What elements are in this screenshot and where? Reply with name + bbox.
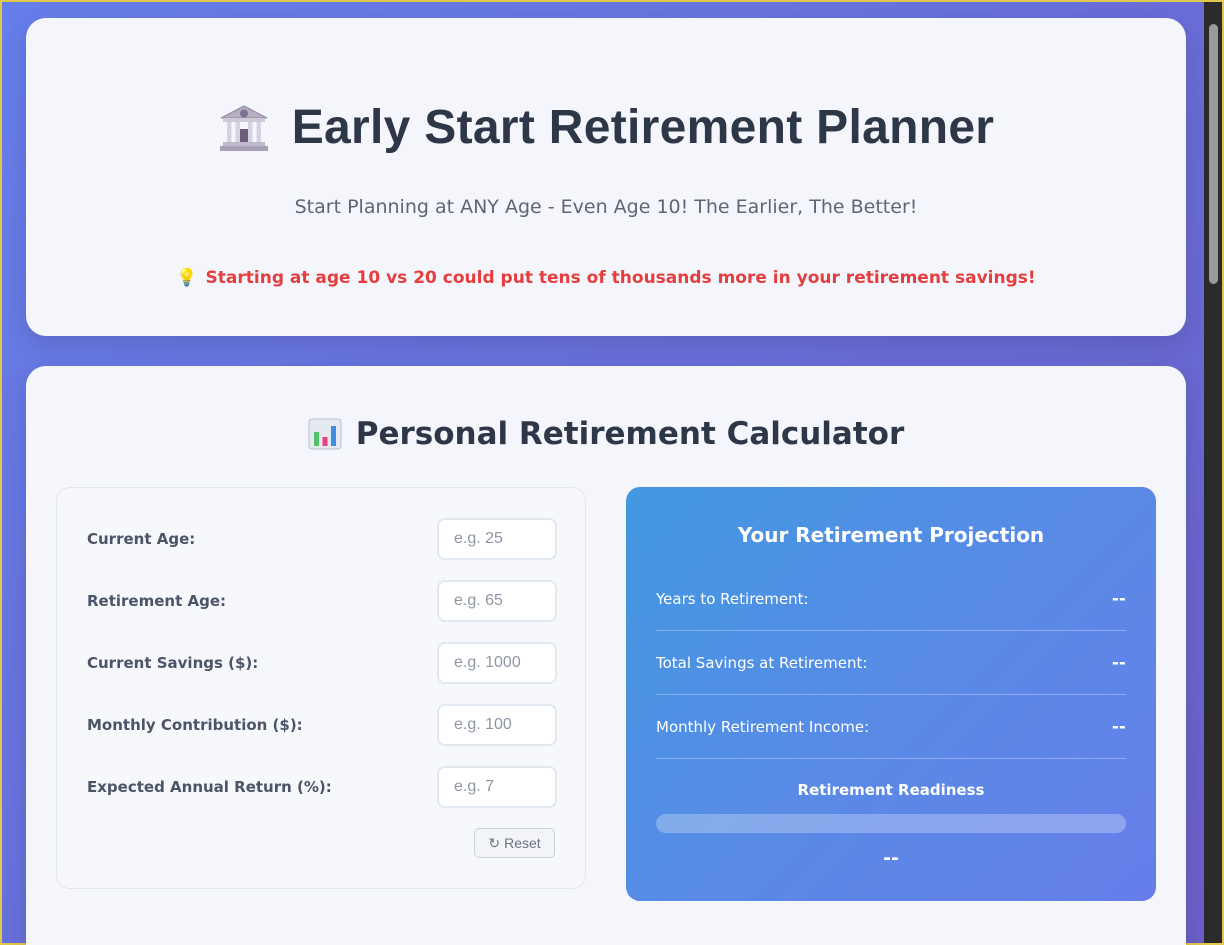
- tip-row: 💡 Starting at age 10 vs 20 could put ten…: [26, 268, 1186, 288]
- scrollbar[interactable]: [1204, 2, 1222, 943]
- reset-label: Reset: [504, 835, 541, 851]
- current-age-label: Current Age:: [87, 530, 196, 548]
- calculator-card: Personal Retirement Calculator Current A…: [26, 366, 1186, 945]
- years-to-retirement-value: --: [1111, 588, 1126, 609]
- annual-return-row: Expected Annual Return (%):: [87, 766, 557, 808]
- readiness-progress-bar: [656, 814, 1126, 833]
- current-savings-row: Current Savings ($):: [87, 642, 557, 684]
- monthly-contribution-label: Monthly Contribution ($):: [87, 716, 303, 734]
- projection-panel: Your Retirement Projection Years to Reti…: [626, 487, 1156, 901]
- monthly-income-label: Monthly Retirement Income:: [656, 717, 870, 736]
- current-age-row: Current Age:: [87, 518, 557, 560]
- retirement-age-label: Retirement Age:: [87, 592, 226, 610]
- page-subtitle: Start Planning at ANY Age - Even Age 10!…: [294, 196, 918, 218]
- scrollbar-thumb[interactable]: [1209, 24, 1218, 284]
- monthly-contribution-input[interactable]: [437, 704, 557, 746]
- readiness-value: --: [883, 847, 899, 869]
- projection-title: Your Retirement Projection: [737, 523, 1045, 547]
- title-row: Early Start Retirement Planner: [26, 100, 1186, 155]
- total-savings-value: --: [1111, 652, 1126, 673]
- monthly-contribution-row: Monthly Contribution ($):: [87, 704, 557, 746]
- annual-return-input[interactable]: [437, 766, 557, 808]
- annual-return-label: Expected Annual Return (%):: [87, 778, 332, 796]
- current-savings-label: Current Savings ($):: [87, 654, 259, 672]
- retirement-age-row: Retirement Age:: [87, 580, 557, 622]
- years-to-retirement-row: Years to Retirement: --: [656, 567, 1126, 631]
- total-savings-row: Total Savings at Retirement: --: [656, 631, 1126, 695]
- retirement-age-input[interactable]: [437, 580, 557, 622]
- monthly-income-row: Monthly Retirement Income: --: [656, 695, 1126, 759]
- total-savings-label: Total Savings at Retirement:: [656, 653, 868, 672]
- header-card: Early Start Retirement Planner Start Pla…: [26, 18, 1186, 336]
- input-form: Current Age: Retirement Age: Current Sav…: [56, 487, 586, 889]
- lightbulb-icon: 💡: [176, 268, 198, 288]
- readiness-label: Retirement Readiness: [797, 781, 985, 799]
- reset-button[interactable]: ↻ Reset: [474, 828, 555, 858]
- monthly-income-value: --: [1111, 716, 1126, 737]
- years-to-retirement-label: Years to Retirement:: [656, 589, 809, 608]
- bar-chart-icon: [308, 418, 342, 450]
- current-savings-input[interactable]: [437, 642, 557, 684]
- tip-text: Starting at age 10 vs 20 could put tens …: [205, 268, 1036, 288]
- bank-icon: [219, 104, 268, 151]
- page-title: Early Start Retirement Planner: [291, 101, 995, 154]
- current-age-input[interactable]: [437, 518, 557, 560]
- refresh-icon: ↻: [488, 834, 501, 851]
- calculator-title: Personal Retirement Calculator: [355, 416, 905, 452]
- calculator-title-row: Personal Retirement Calculator: [26, 416, 1186, 452]
